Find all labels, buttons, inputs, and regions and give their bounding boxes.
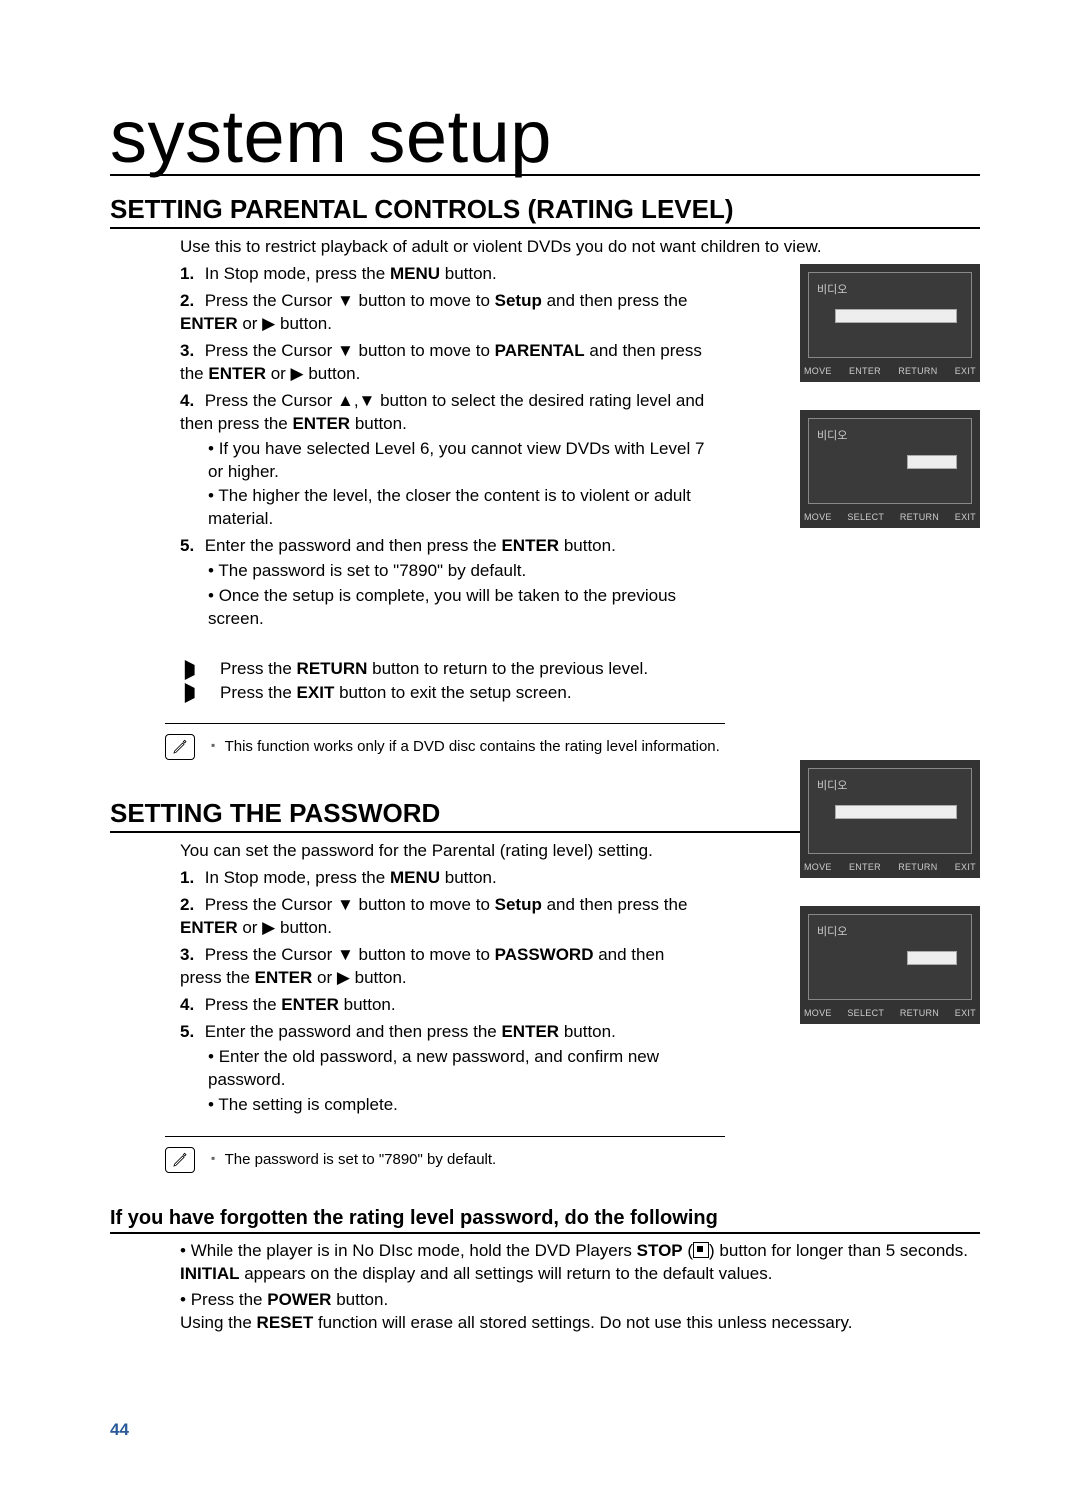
step-item: 3. Press the Cursor ▼ button to move to …	[180, 340, 710, 386]
step-bullet: The higher the level, the closer the con…	[208, 485, 708, 531]
list-item: While the player is in No DIsc mode, hol…	[180, 1240, 980, 1286]
osd-footer: MOVE SELECT RETURN EXIT	[800, 512, 980, 528]
osd-footer-label: RETURN	[900, 512, 939, 522]
osd-footer-label: EXIT	[955, 1008, 976, 1018]
step-item: 2. Press the Cursor ▼ button to move to …	[180, 894, 710, 940]
osd-panel-2: 비디오 MOVE SELECT RETURN EXIT	[800, 410, 980, 528]
heading-password-text: SETTING THE PASSWORD	[110, 798, 440, 828]
step-item: 1. In Stop mode, press the MENU button.	[180, 867, 710, 890]
osd-title: 비디오	[817, 427, 963, 443]
divider	[165, 723, 725, 724]
step-item: 3. Press the Cursor ▼ button to move to …	[180, 944, 710, 990]
osd-panel-1: 비디오 MOVE ENTER RETURN EXIT	[800, 264, 980, 382]
osd-footer-label: ENTER	[849, 862, 881, 872]
osd-footer-label: RETURN	[898, 862, 937, 872]
osd-footer: MOVE ENTER RETURN EXIT	[800, 366, 980, 382]
osd-footer: MOVE SELECT RETURN EXIT	[800, 1008, 980, 1024]
arrow-line: Press the RETURN button to return to the…	[180, 659, 980, 680]
step-bullet: The setting is complete.	[208, 1094, 708, 1117]
step-bullet: The password is set to "7890" by default…	[208, 560, 708, 583]
pencil-icon	[165, 1147, 195, 1173]
step-item: 4. Press the Cursor ▲,▼ button to select…	[180, 390, 710, 532]
heading-parental: SETTING PARENTAL CONTROLS (RATING LEVEL)	[110, 194, 980, 229]
osd-footer-label: MOVE	[804, 1008, 832, 1018]
osd-footer-label: SELECT	[847, 512, 884, 522]
osd-bar	[835, 805, 957, 819]
parental-intro: Use this to restrict playback of adult o…	[180, 237, 980, 257]
osd-panel-4: 비디오 MOVE SELECT RETURN EXIT	[800, 906, 980, 1024]
osd-panel-3: 비디오 MOVE ENTER RETURN EXIT	[800, 760, 980, 878]
heading-forgotten: If you have forgotten the rating level p…	[110, 1207, 980, 1234]
osd-footer-label: EXIT	[955, 366, 976, 376]
osd-bar	[907, 455, 957, 469]
osd-title: 비디오	[817, 923, 963, 939]
divider	[165, 1136, 725, 1137]
step-item: 2. Press the Cursor ▼ button to move to …	[180, 290, 710, 336]
step-item: 5. Enter the password and then press the…	[180, 535, 710, 631]
osd-footer-label: EXIT	[955, 862, 976, 872]
osd-footer-label: ENTER	[849, 366, 881, 376]
password-note-text: The password is set to "7890" by default…	[211, 1147, 496, 1168]
step-bullet: Once the setup is complete, you will be …	[208, 585, 708, 631]
osd-footer-label: MOVE	[804, 366, 832, 376]
page-number: 44	[110, 1420, 129, 1440]
step-bullet: Enter the old password, a new password, …	[208, 1046, 708, 1092]
osd-title: 비디오	[817, 281, 963, 297]
step-item: 5. Enter the password and then press the…	[180, 1021, 710, 1117]
osd-footer-label: EXIT	[955, 512, 976, 522]
osd-bar	[835, 309, 957, 323]
password-note: The password is set to "7890" by default…	[165, 1147, 980, 1173]
osd-footer-label: MOVE	[804, 512, 832, 522]
step-bullet: If you have selected Level 6, you cannot…	[208, 438, 708, 484]
osd-title: 비디오	[817, 777, 963, 793]
parental-arrows: Press the RETURN button to return to the…	[180, 659, 980, 703]
osd-footer-label: MOVE	[804, 862, 832, 872]
list-item: Press the POWER button.Using the RESET f…	[180, 1289, 980, 1335]
parental-note-text: This function works only if a DVD disc c…	[211, 734, 720, 755]
arrow-line: Press the EXIT button to exit the setup …	[180, 683, 980, 704]
step-item: 1. In Stop mode, press the MENU button.	[180, 263, 710, 286]
osd-footer: MOVE ENTER RETURN EXIT	[800, 862, 980, 878]
osd-footer-label: SELECT	[847, 1008, 884, 1018]
heading-parental-text: SETTING PARENTAL CONTROLS (RATING LEVEL)	[110, 194, 734, 224]
step-item: 4. Press the ENTER button.	[180, 994, 710, 1017]
osd-footer-label: RETURN	[900, 1008, 939, 1018]
page-title: system setup	[110, 100, 980, 176]
parental-note: This function works only if a DVD disc c…	[165, 734, 980, 760]
pencil-icon	[165, 734, 195, 760]
osd-bar	[907, 951, 957, 965]
forgotten-list: While the player is in No DIsc mode, hol…	[180, 1240, 980, 1335]
osd-footer-label: RETURN	[898, 366, 937, 376]
